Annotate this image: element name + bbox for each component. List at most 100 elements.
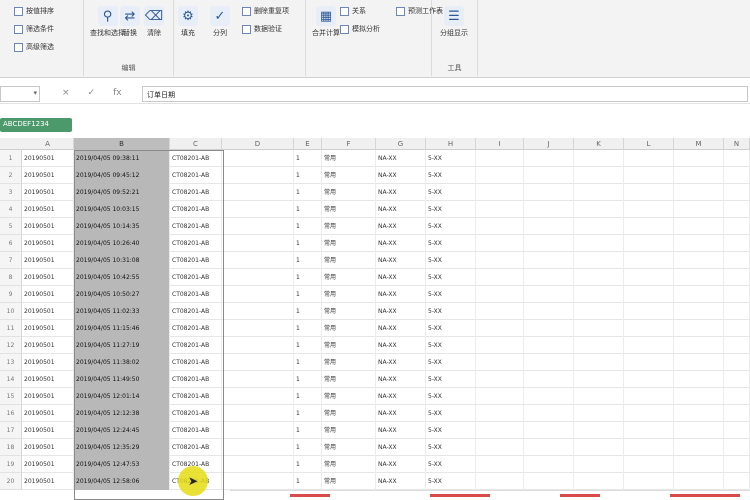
table-cell[interactable]: 5-XX (426, 439, 476, 456)
table-cell[interactable]: NA-XX (376, 269, 426, 286)
formula-input[interactable]: 订单日期 (142, 86, 748, 102)
empty-cell[interactable] (624, 184, 674, 201)
table-cell[interactable]: 常用 (322, 184, 376, 201)
empty-cell[interactable] (674, 473, 724, 490)
empty-cell[interactable] (574, 371, 624, 388)
empty-cell[interactable] (476, 286, 524, 303)
empty-cell[interactable] (674, 422, 724, 439)
empty-cell[interactable] (476, 320, 524, 337)
empty-cell[interactable] (524, 184, 574, 201)
table-cell[interactable]: 1 (294, 439, 322, 456)
empty-cell[interactable] (524, 456, 574, 473)
column-header[interactable]: J (524, 138, 574, 150)
empty-cell[interactable] (624, 252, 674, 269)
table-cell[interactable]: NA-XX (376, 371, 426, 388)
empty-cell[interactable] (624, 235, 674, 252)
empty-cell[interactable] (476, 201, 524, 218)
row-header[interactable]: 7 (0, 252, 22, 269)
table-cell[interactable]: 20190501 (22, 286, 74, 303)
empty-cell[interactable] (574, 473, 624, 490)
table-cell[interactable]: CT08201-AB (170, 269, 222, 286)
table-cell[interactable]: 5-XX (426, 456, 476, 473)
table-cell[interactable]: 2019/04/05 10:14:35 (74, 218, 170, 235)
empty-cell[interactable] (524, 439, 574, 456)
row-header[interactable]: 6 (0, 235, 22, 252)
empty-cell[interactable] (574, 439, 624, 456)
empty-cell[interactable] (674, 252, 724, 269)
table-cell[interactable]: 5-XX (426, 388, 476, 405)
relationships-button[interactable]: 关系 (340, 6, 366, 16)
table-cell[interactable]: 2019/04/05 10:42:55 (74, 269, 170, 286)
data-validation-button[interactable]: 数据验证 (242, 24, 282, 34)
table-cell[interactable]: 2019/04/05 11:15:46 (74, 320, 170, 337)
column-header[interactable]: F (322, 138, 376, 150)
table-cell[interactable]: CT08201-AB (170, 405, 222, 422)
row-header[interactable]: 5 (0, 218, 22, 235)
table-cell[interactable]: 2019/04/05 10:03:15 (74, 201, 170, 218)
table-cell[interactable]: NA-XX (376, 422, 426, 439)
table-cell[interactable]: 5-XX (426, 337, 476, 354)
table-cell[interactable]: CT08201-AB (170, 422, 222, 439)
empty-cell[interactable] (524, 167, 574, 184)
empty-cell[interactable] (674, 235, 724, 252)
row-header[interactable]: 10 (0, 303, 22, 320)
table-cell[interactable]: 20190501 (22, 473, 74, 490)
empty-cell[interactable] (476, 422, 524, 439)
table-cell[interactable]: CT08201-AB (170, 303, 222, 320)
empty-cell[interactable] (724, 167, 750, 184)
empty-cell[interactable] (476, 405, 524, 422)
table-cell[interactable] (222, 218, 294, 235)
empty-cell[interactable] (724, 201, 750, 218)
table-cell[interactable]: 5-XX (426, 201, 476, 218)
table-cell[interactable]: 2019/04/05 09:38:11 (74, 150, 170, 167)
table-cell[interactable]: 5-XX (426, 184, 476, 201)
row-header[interactable]: 15 (0, 388, 22, 405)
empty-cell[interactable] (624, 371, 674, 388)
table-cell[interactable]: 常用 (322, 371, 376, 388)
table-cell[interactable]: CT08201-AB (170, 371, 222, 388)
table-cell[interactable] (222, 354, 294, 371)
empty-cell[interactable] (674, 184, 724, 201)
empty-cell[interactable] (574, 235, 624, 252)
empty-cell[interactable] (674, 405, 724, 422)
empty-cell[interactable] (524, 150, 574, 167)
empty-cell[interactable] (724, 252, 750, 269)
table-cell[interactable]: 1 (294, 201, 322, 218)
remove-duplicates-button[interactable]: 删除重复项 (242, 6, 289, 16)
table-cell[interactable]: 1 (294, 167, 322, 184)
table-cell[interactable]: CT08201-AB (170, 235, 222, 252)
table-cell[interactable] (222, 235, 294, 252)
empty-cell[interactable] (524, 337, 574, 354)
empty-cell[interactable] (476, 354, 524, 371)
table-cell[interactable]: NA-XX (376, 388, 426, 405)
empty-cell[interactable] (476, 388, 524, 405)
table-cell[interactable] (222, 269, 294, 286)
table-cell[interactable]: NA-XX (376, 303, 426, 320)
table-cell[interactable]: 5-XX (426, 150, 476, 167)
table-cell[interactable]: 常用 (322, 218, 376, 235)
table-cell[interactable]: 2019/04/05 11:49:50 (74, 371, 170, 388)
table-cell[interactable]: 2019/04/05 11:27:19 (74, 337, 170, 354)
table-cell[interactable]: 5-XX (426, 320, 476, 337)
table-cell[interactable]: 1 (294, 405, 322, 422)
empty-cell[interactable] (574, 320, 624, 337)
empty-cell[interactable] (524, 201, 574, 218)
table-cell[interactable]: 1 (294, 456, 322, 473)
table-cell[interactable]: 20190501 (22, 235, 74, 252)
table-cell[interactable] (222, 150, 294, 167)
row-header[interactable]: 20 (0, 473, 22, 490)
chevron-down-icon[interactable]: ▾ (33, 89, 37, 97)
table-cell[interactable]: 2019/04/05 10:26:40 (74, 235, 170, 252)
replace-button[interactable]: ⇄ 替换 (120, 6, 140, 38)
table-cell[interactable]: NA-XX (376, 184, 426, 201)
table-cell[interactable]: 1 (294, 252, 322, 269)
table-cell[interactable]: 20190501 (22, 388, 74, 405)
table-cell[interactable]: CT08201-AB (170, 167, 222, 184)
table-cell[interactable]: 5-XX (426, 269, 476, 286)
empty-cell[interactable] (476, 456, 524, 473)
empty-cell[interactable] (624, 201, 674, 218)
table-cell[interactable]: 20190501 (22, 218, 74, 235)
empty-cell[interactable] (724, 422, 750, 439)
table-cell[interactable]: NA-XX (376, 252, 426, 269)
table-cell[interactable]: 20190501 (22, 201, 74, 218)
